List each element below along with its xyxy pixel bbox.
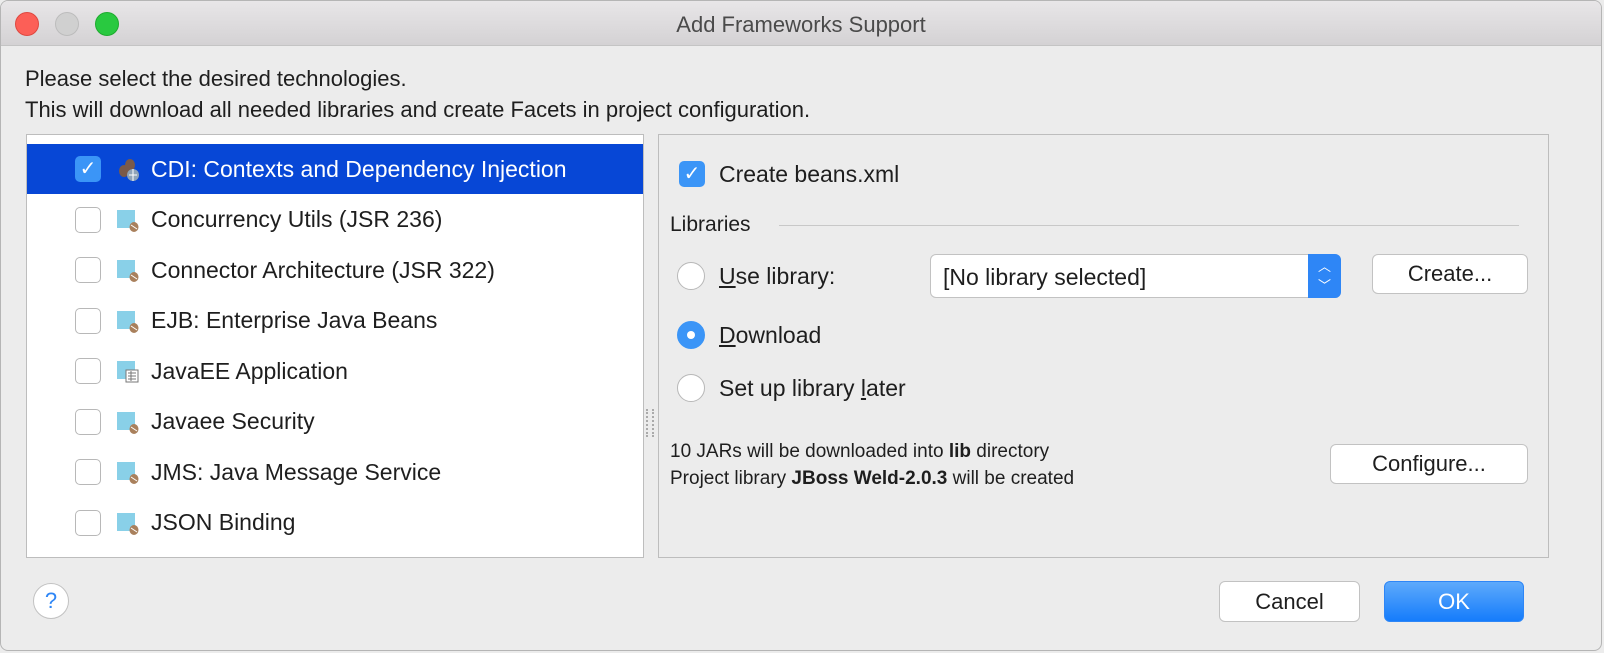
framework-label: Concurrency Utils (JSR 236) <box>151 206 443 232</box>
download-radio[interactable] <box>677 321 705 349</box>
framework-label: Connector Architecture (JSR 322) <box>151 256 495 283</box>
javaee-module-icon <box>117 209 139 232</box>
framework-checkbox[interactable] <box>75 257 101 283</box>
info-text: Project library <box>670 468 792 489</box>
library-select-value: [No library selected] <box>943 264 1147 290</box>
javaee-module-icon <box>117 512 139 535</box>
framework-item[interactable]: ✓ CDI: Contexts and Dependency Injection <box>27 144 643 194</box>
info-bold: lib <box>948 441 972 462</box>
info-text: directory <box>971 441 1050 462</box>
javaee-module-icon <box>117 310 139 333</box>
instruction-line-1: Please select the desired technologies. <box>25 66 407 91</box>
create-beans-checkbox[interactable]: ✓ <box>679 161 705 187</box>
download-label: Download <box>719 322 821 349</box>
use-library-radio[interactable] <box>677 262 705 290</box>
framework-checkbox[interactable] <box>75 509 101 536</box>
framework-checkbox[interactable]: ✓ <box>75 156 101 182</box>
instructions: Please select the desired technologies. … <box>25 63 810 125</box>
framework-item[interactable]: JMS: Java Message Service <box>27 447 643 497</box>
setup-later-label: Set up library later <box>719 375 906 402</box>
framework-item[interactable]: EJB: Enterprise Java Beans <box>27 296 643 346</box>
instruction-line-2: This will download all needed libraries … <box>25 97 811 122</box>
framework-label: JavaEE Application <box>151 357 348 384</box>
add-frameworks-dialog: Add Frameworks Support Please select the… <box>0 0 1602 651</box>
download-info-line-2: Project library JBoss Weld-2.0.3 will be… <box>670 468 1074 490</box>
framework-item[interactable]: Concurrency Utils (JSR 236) <box>27 195 643 245</box>
framework-label: Javaee Security <box>151 408 315 434</box>
library-select[interactable]: [No library selected] ︿ ﹀ <box>930 254 1341 298</box>
label-text: ownload <box>735 322 822 348</box>
label-text: ater <box>866 375 906 401</box>
title-bar: Add Frameworks Support <box>1 1 1601 46</box>
cancel-button[interactable]: Cancel <box>1219 581 1360 622</box>
framework-checkbox[interactable] <box>75 459 101 485</box>
info-text: will be created <box>947 468 1075 489</box>
framework-checkbox[interactable] <box>75 358 101 384</box>
javaee-app-icon <box>117 361 139 383</box>
javaee-module-icon <box>117 411 139 434</box>
framework-label: EJB: Enterprise Java Beans <box>151 307 438 333</box>
create-library-button[interactable]: Create... <box>1372 254 1528 294</box>
help-button[interactable]: ? <box>33 583 69 619</box>
setup-later-radio[interactable] <box>677 374 705 402</box>
create-beans-label: Create beans.xml <box>719 161 900 187</box>
splitter-handle[interactable] <box>646 409 654 437</box>
use-library-label: Use library: <box>719 263 835 290</box>
download-info-line-1: 10 JARs will be downloaded into lib dire… <box>670 441 1049 463</box>
framework-settings-panel: ✓ Create beans.xml Libraries Use library… <box>658 134 1549 558</box>
framework-item[interactable]: Javaee Security <box>27 397 643 447</box>
framework-item[interactable]: JSON Binding <box>27 498 643 548</box>
framework-label: JSON Binding <box>151 509 296 535</box>
label-text: se library: <box>735 263 836 289</box>
libraries-label: Libraries <box>670 213 751 236</box>
framework-item[interactable]: Connector Architecture (JSR 322) <box>27 245 643 295</box>
framework-label: CDI: Contexts and Dependency Injection <box>151 155 567 182</box>
info-text: 10 JARs will be downloaded into <box>670 441 949 462</box>
mnemonic: U <box>719 263 736 289</box>
frameworks-list[interactable]: ✓ CDI: Contexts and Dependency Injection C… <box>26 134 644 558</box>
framework-label: JMS: Java Message Service <box>151 458 442 485</box>
javaee-module-icon <box>117 462 139 484</box>
cdi-beans-icon <box>119 159 139 181</box>
framework-item[interactable]: JavaEE Application <box>27 346 643 396</box>
javaee-module-icon <box>117 260 139 282</box>
mnemonic: D <box>719 322 736 348</box>
libraries-divider <box>779 225 1519 226</box>
framework-checkbox[interactable] <box>75 206 101 233</box>
configure-button[interactable]: Configure... <box>1330 444 1528 484</box>
chevron-updown-icon: ︿ ﹀ <box>1308 254 1341 298</box>
label-text: Set up library <box>719 375 861 401</box>
info-bold: JBoss Weld-2.0.3 <box>791 468 948 489</box>
framework-checkbox[interactable] <box>75 307 101 334</box>
framework-checkbox[interactable] <box>75 408 101 435</box>
window-title: Add Frameworks Support <box>676 12 926 37</box>
ok-button[interactable]: OK <box>1384 581 1524 622</box>
